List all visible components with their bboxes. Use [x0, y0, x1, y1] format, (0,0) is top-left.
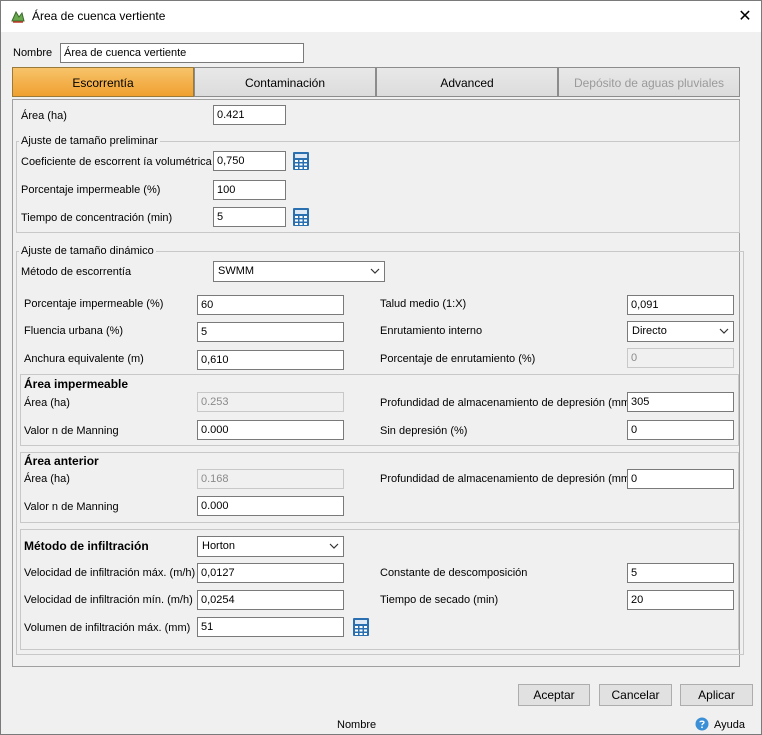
dynamic-sizing-title: Ajuste de tamaño dinámico	[19, 245, 156, 257]
pervious-area-input: 0.168	[197, 469, 344, 489]
tab-escorrentia[interactable]: Escorrentía	[12, 67, 194, 97]
runoff-method-select[interactable]: SWMM	[213, 261, 385, 282]
drying-time-label: Tiempo de secado (min)	[380, 594, 499, 606]
runoff-coef-label: Coeficiente de escorrent ía volumétrica	[21, 156, 212, 168]
urban-flow-label: Fluencia urbana (%)	[24, 325, 124, 337]
infiltration-method-label: Método de infiltración	[24, 539, 149, 553]
impervious-depression-input[interactable]: 305	[627, 392, 734, 412]
preliminary-sizing-title: Ajuste de tamaño preliminar	[19, 135, 160, 147]
impervious-pct-prelim-input[interactable]: 100	[213, 180, 286, 200]
pervious-depression-label: Profundidad de almacenamiento de depresi…	[380, 473, 634, 485]
chevron-down-icon	[719, 328, 729, 334]
max-infiltration-volume-input[interactable]: 51	[197, 617, 344, 637]
area-input[interactable]: 0.421	[213, 105, 286, 125]
name-input[interactable]: Área de cuenca vertiente	[60, 43, 304, 63]
apply-button[interactable]: Aplicar	[680, 684, 753, 706]
catchment-icon	[11, 10, 25, 23]
mean-slope-label: Talud medio (1:X)	[380, 298, 467, 310]
runoff-coef-input[interactable]: 0,750	[213, 151, 286, 171]
impervious-pct-prelim-label: Porcentaje impermeable (%)	[21, 184, 161, 196]
max-infiltration-volume-label: Volumen de infiltración máx. (mm)	[24, 622, 191, 634]
routing-pct-input: 0	[627, 348, 734, 368]
calculator-icon[interactable]	[292, 207, 310, 227]
drying-time-input[interactable]: 20	[627, 590, 734, 610]
equiv-width-input[interactable]: 0,610	[197, 350, 344, 370]
impervious-manning-input[interactable]: 0.000	[197, 420, 344, 440]
impervious-pct-input[interactable]: 60	[197, 295, 344, 315]
internal-routing-label: Enrutamiento interno	[380, 325, 483, 337]
concentration-time-label: Tiempo de concentración (min)	[21, 212, 173, 224]
no-depression-label: Sin depresión (%)	[380, 425, 468, 437]
tab-contaminacion[interactable]: Contaminación	[194, 67, 376, 97]
chevron-down-icon	[370, 268, 380, 274]
min-infiltration-rate-label: Velocidad de infiltración mín. (m/h)	[24, 594, 193, 606]
calculator-icon[interactable]	[292, 151, 310, 171]
impervious-area-input: 0.253	[197, 392, 344, 412]
help-link[interactable]: Ayuda	[714, 719, 745, 731]
infiltration-method-value: Horton	[202, 540, 236, 552]
equiv-width-label: Anchura equivalente (m)	[24, 353, 144, 365]
help-icon[interactable]	[695, 717, 709, 731]
impervious-manning-label: Valor n de Manning	[24, 425, 119, 437]
no-depression-input[interactable]: 0	[627, 420, 734, 440]
decay-constant-input[interactable]: 5	[627, 563, 734, 583]
impervious-pct-label: Porcentaje impermeable (%)	[24, 298, 164, 310]
runoff-method-label: Método de escorrentía	[21, 266, 132, 278]
chevron-down-icon	[329, 543, 339, 549]
mean-slope-input[interactable]: 0,091	[627, 295, 734, 315]
concentration-time-input[interactable]: 5	[213, 207, 286, 227]
close-icon: ✕	[738, 8, 752, 25]
name-label: Nombre	[13, 47, 53, 59]
impervious-depression-label: Profundidad de almacenamiento de depresi…	[380, 397, 634, 409]
urban-flow-input[interactable]: 5	[197, 322, 344, 342]
cancel-button[interactable]: Cancelar	[599, 684, 672, 706]
pervious-depression-input[interactable]: 0	[627, 469, 734, 489]
decay-constant-label: Constante de descomposición	[380, 567, 528, 579]
pervious-area-label: Área (ha)	[24, 473, 70, 485]
window-title: Área de cuenca vertiente	[32, 9, 166, 23]
internal-routing-value: Directo	[632, 325, 667, 337]
close-button[interactable]: ✕	[729, 3, 761, 30]
pervious-area-title: Área anterior	[24, 454, 99, 468]
min-infiltration-rate-input[interactable]: 0,0254	[197, 590, 344, 610]
pervious-manning-input[interactable]: 0.000	[197, 496, 344, 516]
routing-pct-label: Porcentaje de enrutamiento (%)	[380, 353, 536, 365]
pervious-manning-label: Valor n de Manning	[24, 501, 119, 513]
accept-button[interactable]: Aceptar	[518, 684, 590, 706]
impervious-area-label: Área (ha)	[24, 397, 70, 409]
title-bar: Área de cuenca vertiente ✕	[1, 1, 761, 32]
internal-routing-select[interactable]: Directo	[627, 321, 734, 342]
max-infiltration-rate-input[interactable]: 0,0127	[197, 563, 344, 583]
tab-deposito-aguas-pluviales: Depósito de aguas pluviales	[558, 67, 740, 97]
max-infiltration-rate-label: Velocidad de infiltración máx. (m/h)	[24, 567, 196, 579]
runoff-method-value: SWMM	[218, 265, 255, 277]
dialog-window: Área de cuenca vertiente ✕ Nombre Área d…	[0, 0, 762, 735]
tab-advanced[interactable]: Advanced	[376, 67, 558, 97]
status-label: Nombre	[337, 719, 377, 731]
tab-strip: Escorrentía Contaminación Advanced Depós…	[12, 67, 740, 99]
calculator-icon[interactable]	[352, 617, 370, 637]
impervious-area-title: Área impermeable	[24, 377, 129, 391]
area-label: Área (ha)	[21, 110, 67, 122]
infiltration-method-select[interactable]: Horton	[197, 536, 344, 557]
